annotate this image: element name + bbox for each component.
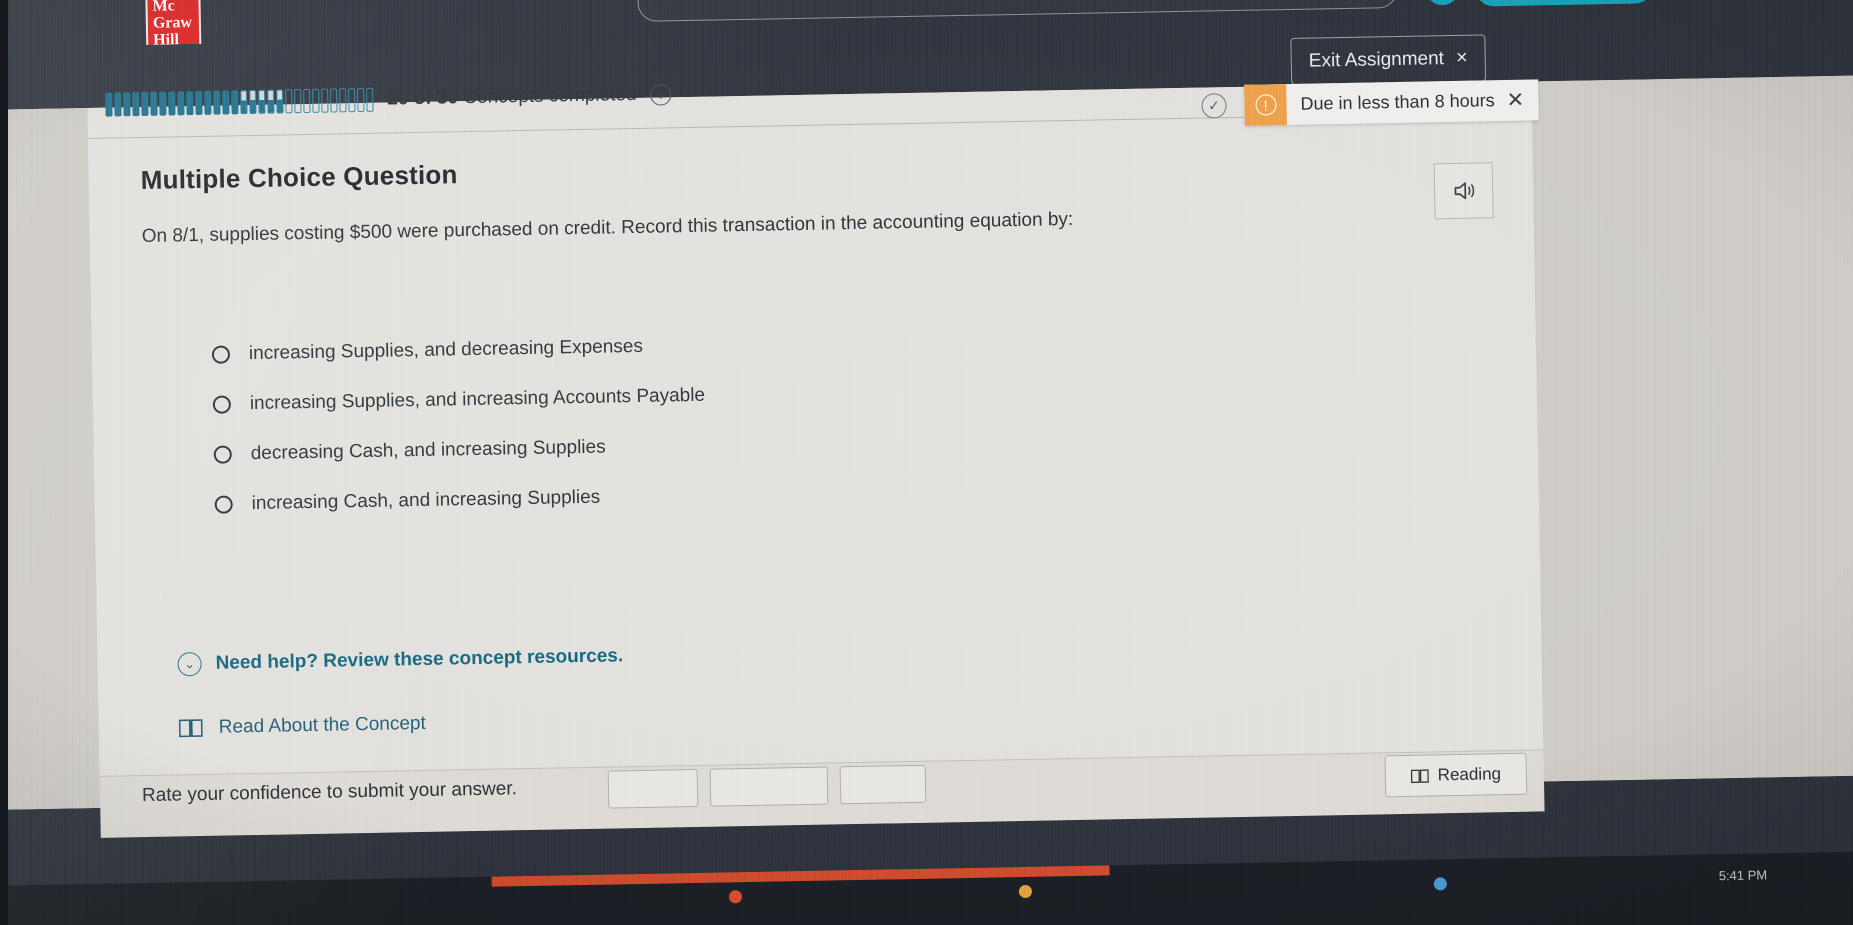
progress-segment — [195, 90, 203, 116]
progress-segment — [150, 91, 158, 116]
answer-option[interactable]: increasing Supplies, and increasing Acco… — [212, 384, 706, 416]
exit-assignment-label: Exit Assignment — [1308, 47, 1445, 72]
confidence-button[interactable] — [839, 764, 927, 805]
logo-line-2: Graw — [152, 14, 193, 32]
progress-segment — [348, 88, 356, 113]
answer-option-label: increasing Supplies, and increasing Acco… — [249, 384, 706, 415]
warning-icon: ! — [1244, 84, 1287, 126]
monitor-bezel — [0, 0, 8, 925]
confidence-button[interactable] — [607, 768, 699, 809]
progress-segment — [141, 91, 149, 117]
progress-segment — [276, 89, 284, 114]
answer-option-label: increasing Cash, and increasing Supplies — [251, 486, 601, 515]
confidence-button[interactable] — [709, 766, 829, 807]
radio-button-icon[interactable] — [212, 395, 232, 414]
progress-segment — [258, 89, 266, 114]
confidence-buttons — [607, 764, 927, 809]
progress-segment — [114, 92, 122, 117]
progress-segment — [294, 89, 302, 114]
text-cursor: I — [226, 844, 235, 870]
check-circle-icon: ✓ — [1201, 93, 1227, 119]
progress-segment — [204, 90, 212, 115]
progress-segment — [267, 89, 275, 114]
progress-segment — [105, 92, 113, 117]
page-title: Multiple Choice Question — [140, 159, 458, 196]
progress-label: 20 of 30 Concepts completed — [387, 84, 637, 111]
progress-segment — [339, 88, 347, 113]
progress-segment — [186, 91, 194, 116]
chevron-down-icon: ⌄ — [177, 652, 202, 677]
relaunch-to-update-button[interactable]: Relaunch to update — [1475, 0, 1653, 7]
progress-segment — [159, 91, 167, 116]
progress-segment — [330, 88, 338, 113]
progress-segment — [366, 87, 374, 112]
dismiss-due-icon[interactable]: ✕ — [1506, 79, 1538, 121]
answer-options: increasing Supplies, and decreasing Expe… — [211, 335, 708, 544]
logo-line-1: Mc — [152, 0, 175, 15]
progress-segments — [105, 87, 374, 117]
book-icon — [178, 719, 203, 738]
mcgraw-hill-logo: Mc Graw Hill — [145, 0, 202, 49]
reading-book-icon — [1410, 768, 1429, 783]
due-banner: ! Due in less than 8 hours ✕ — [1244, 79, 1539, 126]
read-aloud-button[interactable] — [1433, 162, 1494, 220]
progress-segment — [357, 87, 365, 113]
progress-segment — [285, 89, 293, 114]
read-about-the-concept-link[interactable]: Read About the Concept — [178, 712, 426, 740]
info-icon[interactable]: i — [650, 83, 672, 106]
progress-segment — [222, 90, 230, 115]
progress-segment — [132, 92, 140, 117]
progress-suffix: Concepts completed — [457, 83, 637, 109]
reading-button[interactable]: Reading — [1384, 752, 1528, 798]
due-area: ✓ ! Due in less than 8 hours ✕ — [1201, 79, 1539, 126]
avatar[interactable] — [1425, 0, 1460, 6]
photo-of-screen: Relaunch to update Mc Graw Hill Exit Ass… — [0, 0, 1853, 925]
os-taskbar[interactable] — [0, 851, 1853, 925]
progress-segment — [177, 91, 185, 116]
left-gutter — [0, 108, 101, 810]
progress-segment — [312, 88, 320, 113]
radio-button-icon[interactable] — [211, 345, 231, 364]
taskbar-clock: 5:41 PM — [1718, 867, 1768, 884]
radio-button-icon[interactable] — [213, 445, 232, 464]
radio-button-icon[interactable] — [214, 495, 233, 514]
progress-segment — [249, 89, 257, 115]
progress-count: 20 of 30 — [387, 87, 459, 110]
progress-segment — [240, 90, 248, 115]
read-about-label: Read About the Concept — [218, 712, 426, 738]
answer-option[interactable]: increasing Cash, and increasing Supplies — [214, 485, 708, 516]
progress-segment — [303, 88, 311, 114]
progress-segment — [213, 90, 221, 115]
due-text: Due in less than 8 hours — [1300, 90, 1495, 114]
progress-segment — [231, 90, 239, 115]
reading-label: Reading — [1437, 764, 1502, 785]
answer-option-label: decreasing Cash, and increasing Supplies — [250, 436, 606, 465]
url-bar[interactable] — [637, 0, 1398, 22]
close-icon[interactable]: × — [1456, 47, 1468, 70]
speaker-icon — [1454, 182, 1474, 200]
exit-assignment-button[interactable]: Exit Assignment × — [1290, 34, 1487, 85]
progress-segment — [123, 92, 131, 117]
answer-option[interactable]: decreasing Cash, and increasing Supplies — [213, 435, 707, 466]
right-gutter — [1531, 75, 1853, 782]
progress-segment — [168, 91, 176, 116]
monitor-screen: Relaunch to update Mc Graw Hill Exit Ass… — [0, 0, 1853, 925]
progress-segment — [321, 88, 329, 113]
